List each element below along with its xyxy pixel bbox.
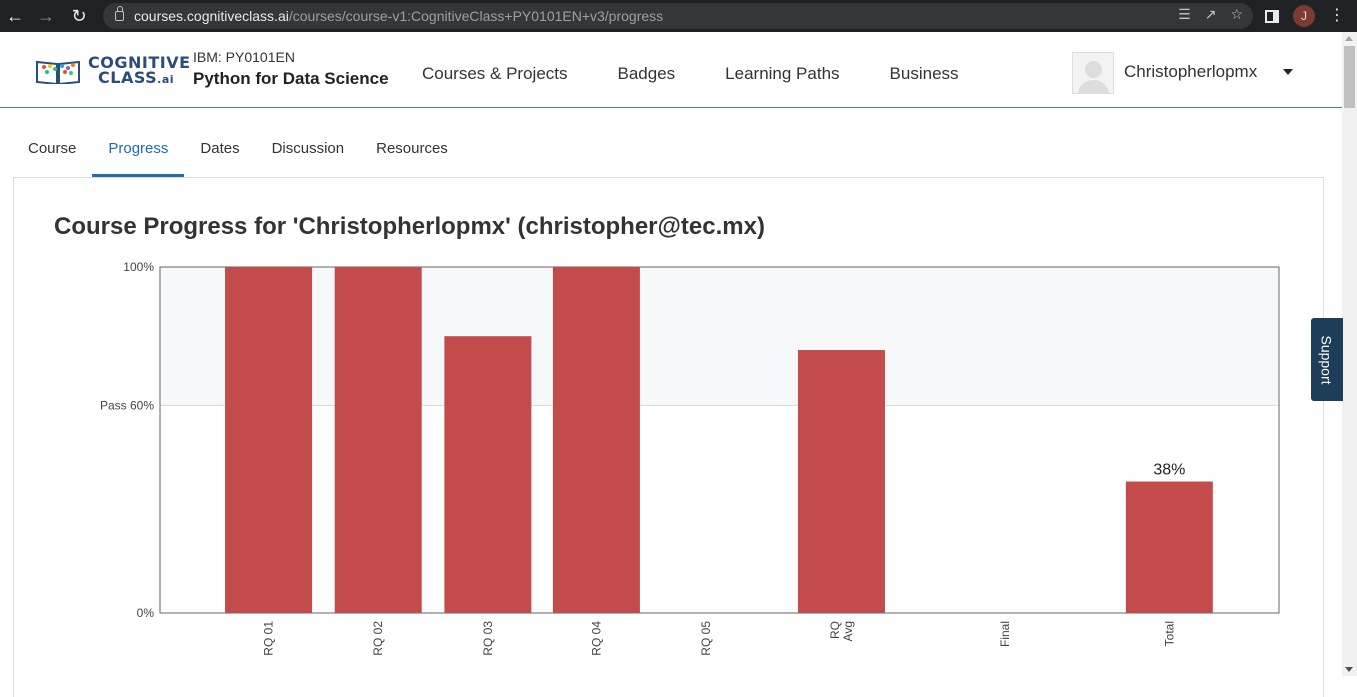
x-tick-label: RQ 04: [589, 621, 603, 656]
bar-rq-04: [552, 267, 640, 613]
y-tick-label: 100%: [123, 260, 154, 274]
bar-rq-03: [444, 336, 532, 613]
scroll-up-icon[interactable]: [1345, 36, 1353, 41]
bar-rq-01: [225, 267, 313, 613]
x-tick-label-line: RQ 04: [589, 621, 603, 656]
x-tick-label: RQ Avg: [828, 621, 855, 641]
x-tick-label-line: RQ: [828, 621, 842, 639]
x-tick-label-line: Avg: [841, 621, 855, 641]
bar-total: [1125, 481, 1213, 613]
x-tick-label: RQ 02: [371, 621, 385, 656]
support-button[interactable]: Support: [1311, 318, 1343, 401]
x-tick-label-line: RQ 05: [699, 621, 713, 656]
bar-rq-02: [334, 267, 422, 613]
x-tick-label: RQ 03: [481, 621, 495, 656]
x-tick-label-line: RQ 02: [371, 621, 385, 656]
x-tick-label: Total: [1162, 621, 1176, 646]
data-label: 38%: [1153, 462, 1185, 479]
pass-zone: [160, 267, 1279, 406]
scroll-thumb[interactable]: [1344, 46, 1355, 108]
x-tick-label-line: Final: [998, 621, 1012, 647]
y-tick-label: 0%: [137, 606, 155, 620]
page-scrollbar[interactable]: [1342, 32, 1357, 676]
x-tick-label: RQ 01: [262, 621, 276, 656]
y-tick-label: Pass 60%: [100, 398, 154, 412]
x-tick-label-line: RQ 03: [481, 621, 495, 656]
support-label: Support: [1319, 334, 1336, 385]
x-tick-label-line: Total: [1162, 621, 1176, 646]
scroll-down-icon[interactable]: [1345, 667, 1353, 672]
x-tick-label: RQ 05: [699, 621, 713, 656]
x-tick-label-line: RQ 01: [262, 621, 276, 656]
bar-rq-avg: [797, 350, 885, 613]
x-tick-label: Final: [998, 621, 1012, 647]
progress-chart: 100% Pass 60% 0% RQ 01 RQ 02 RQ 03 RQ 04 RQ 05 R…: [100, 260, 1280, 656]
